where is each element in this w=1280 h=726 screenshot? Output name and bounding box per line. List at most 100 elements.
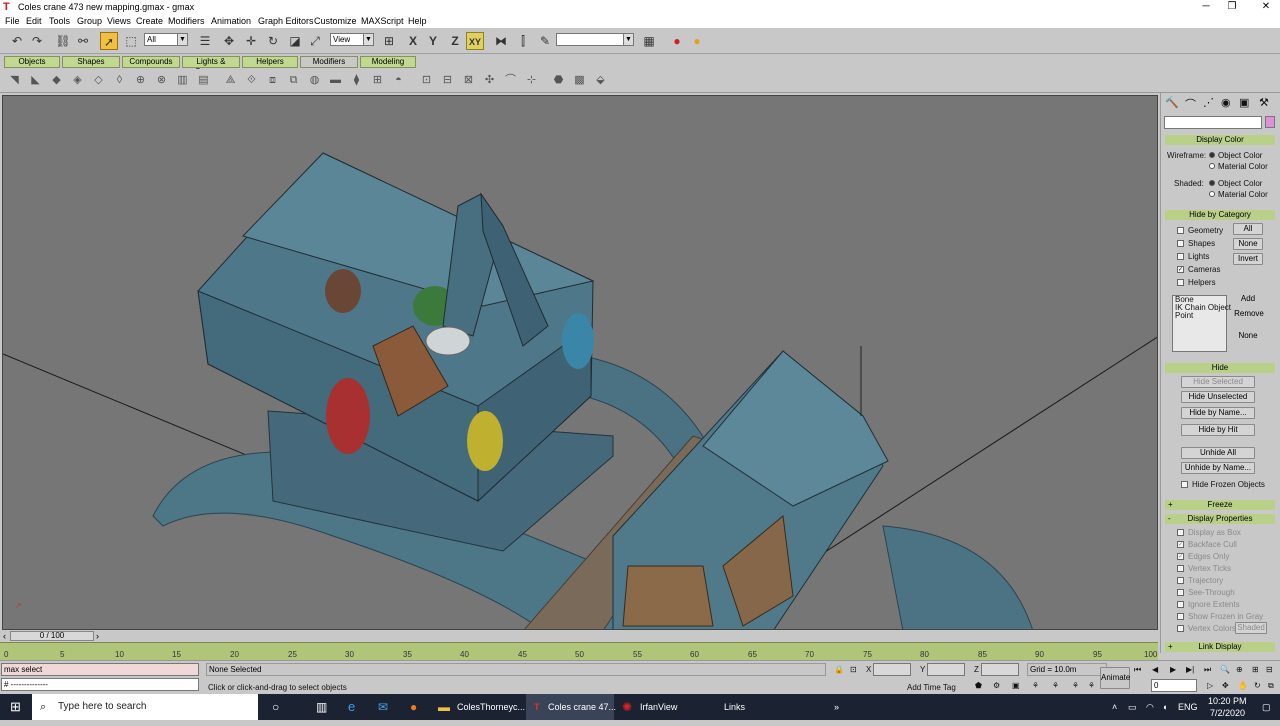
taper-modifier-icon[interactable]: ◣	[27, 72, 44, 89]
select-scale-icon[interactable]: ◪	[286, 32, 304, 50]
select-by-name-icon[interactable]: ☰	[196, 32, 214, 50]
linked-xform-icon[interactable]: ⊟	[439, 72, 456, 89]
hierarchy-tab-icon[interactable]: ⋰	[1203, 96, 1214, 109]
tab-modeling[interactable]: Modeling	[360, 56, 416, 68]
named-selection-icon[interactable]: ✎	[536, 32, 554, 50]
menu-create[interactable]: Create	[136, 16, 163, 26]
menu-file[interactable]: File	[5, 16, 20, 26]
squash-icon[interactable]: ⤢	[306, 32, 324, 50]
geometry-checkbox[interactable]	[1177, 227, 1184, 234]
maximize-viewport-icon[interactable]: ⧉	[1268, 681, 1274, 691]
window-crossing-icon[interactable]: ⚘	[1072, 681, 1079, 690]
menu-help[interactable]: Help	[408, 16, 427, 26]
zoom-extents-all-icon[interactable]: ⊟	[1266, 665, 1273, 674]
bend-modifier-icon[interactable]: ◥	[6, 72, 23, 89]
material-icon[interactable]: ◓	[390, 72, 407, 89]
angle-snap-icon[interactable]: ⚙	[993, 681, 1000, 690]
shapes-checkbox[interactable]	[1177, 240, 1184, 247]
display-properties-header[interactable]: - Display Properties	[1165, 514, 1275, 524]
helpers-checkbox[interactable]	[1177, 279, 1184, 286]
tab-objects[interactable]: Objects	[4, 56, 60, 68]
modify-tab-icon[interactable]: ⌒	[1185, 96, 1196, 112]
y-coordinate-field[interactable]	[927, 663, 965, 676]
list-none-button[interactable]: None	[1233, 331, 1263, 343]
stretch-modifier-icon[interactable]: ◇	[90, 72, 107, 89]
perspective-viewport[interactable]: ↗	[2, 95, 1158, 630]
time-slider-thumb[interactable]: 0 / 100	[10, 631, 94, 641]
backface-cull-checkbox[interactable]: ✓	[1177, 541, 1184, 548]
tessellate-icon[interactable]: ⧉	[285, 72, 302, 89]
restrict-y-icon[interactable]: Y	[424, 32, 442, 50]
snap-icon[interactable]: ⬟	[975, 681, 982, 690]
extrude-icon[interactable]: ⬙	[592, 72, 609, 89]
restrict-x-icon[interactable]: X	[404, 32, 422, 50]
edit-poly-icon[interactable]: ⟐	[243, 72, 260, 89]
menu-views[interactable]: Views	[107, 16, 131, 26]
firefox-icon[interactable]: ●	[410, 694, 417, 720]
close-button[interactable]: ✕	[1256, 1, 1276, 12]
uvw-map-icon[interactable]: ⧫	[348, 72, 365, 89]
menu-modifiers[interactable]: Modifiers	[168, 16, 205, 26]
undo-icon[interactable]: ↶	[8, 32, 26, 50]
language-indicator[interactable]: ENG	[1178, 694, 1198, 720]
edges-only-checkbox[interactable]: ✓	[1177, 553, 1184, 560]
zoom-icon[interactable]: 🔍	[1220, 665, 1230, 674]
absolute-mode-icon[interactable]: ⊡	[850, 665, 857, 674]
pivot-center-icon[interactable]: ⊞	[380, 32, 398, 50]
menu-edit[interactable]: Edit	[26, 16, 42, 26]
hide-unselected-button[interactable]: Hide Unselected	[1181, 391, 1255, 403]
display-as-box-checkbox[interactable]	[1177, 529, 1184, 536]
goto-end-icon[interactable]: ⏭	[1204, 665, 1211, 675]
menu-group[interactable]: Group	[77, 16, 102, 26]
add-time-tag-button[interactable]: Add Time Tag	[907, 683, 956, 692]
zoom-all-icon[interactable]: ⊕	[1236, 665, 1243, 674]
mesh-select-icon[interactable]: ▥	[174, 72, 191, 89]
render-icon[interactable]: ●	[668, 32, 686, 50]
motion-tab-icon[interactable]: ◉	[1221, 96, 1231, 109]
remove-button[interactable]: Remove	[1233, 309, 1265, 321]
restrict-z-icon[interactable]: Z	[446, 32, 464, 50]
align-icon[interactable]: ⫿	[514, 32, 532, 50]
material-editor-icon[interactable]: ▦	[640, 32, 658, 50]
shaded-button[interactable]: Shaded	[1235, 622, 1267, 634]
smooth-icon[interactable]: ⧈	[264, 72, 281, 89]
skew-modifier-icon[interactable]: ◊	[111, 72, 128, 89]
quick-render-icon[interactable]: ●	[688, 32, 706, 50]
keyboard-override-icon[interactable]: ⚘	[1088, 681, 1095, 690]
display-tab-icon[interactable]: ▣	[1239, 96, 1249, 109]
menu-graph-editors[interactable]: Graph Editors	[258, 16, 314, 26]
spline-select-icon[interactable]: ⌒	[502, 72, 519, 89]
taskbar-app-irfanview[interactable]: IrfanView	[640, 694, 677, 720]
unlink-icon[interactable]: ⚯	[74, 32, 92, 50]
select-move-icon[interactable]: ✥	[220, 32, 238, 50]
ffd-modifier-icon[interactable]: ⊕	[132, 72, 149, 89]
shaded-material-color-radio[interactable]	[1209, 191, 1215, 197]
list-item[interactable]: Point	[1173, 312, 1226, 320]
object-color-swatch[interactable]	[1265, 116, 1275, 128]
named-selection-select[interactable]: ▼	[556, 33, 634, 46]
slider-prev-icon[interactable]: ‹	[3, 631, 6, 641]
hide-all-button[interactable]: All	[1233, 223, 1263, 235]
maximize-button[interactable]: ❐	[1222, 1, 1242, 12]
unhide-all-button[interactable]: Unhide All	[1181, 447, 1255, 459]
tab-shapes[interactable]: Shapes	[62, 56, 120, 68]
maxscript-output[interactable]: # --------------	[1, 678, 199, 691]
hide-frozen-checkbox[interactable]	[1181, 481, 1188, 488]
clock-date[interactable]: 7/2/2020	[1210, 700, 1245, 726]
select-rotate-icon[interactable]: ↻	[264, 32, 282, 50]
edit-spline-icon[interactable]: ⊹	[523, 72, 540, 89]
store-icon[interactable]: ▥	[316, 694, 327, 720]
links-chevron-icon[interactable]: »	[834, 694, 839, 720]
select-and-link-icon[interactable]: ⛓	[54, 32, 72, 50]
z-coordinate-field[interactable]	[981, 663, 1019, 676]
utilities-tab-icon[interactable]: ⚒	[1259, 96, 1269, 109]
menu-customize[interactable]: Customize	[314, 16, 357, 26]
vertex-colors-checkbox[interactable]	[1177, 625, 1184, 632]
folder-icon[interactable]: ▬	[438, 694, 450, 720]
volume-select-icon[interactable]: ▤	[195, 72, 212, 89]
spinner-snap-icon[interactable]: ⚘	[1032, 681, 1039, 690]
cameras-checkbox[interactable]: ✓	[1177, 266, 1184, 273]
hide-selected-button[interactable]: Hide Selected	[1181, 376, 1255, 388]
redo-icon[interactable]: ↷	[28, 32, 46, 50]
tab-lights-cameras[interactable]: Lights & Cameras	[182, 56, 240, 76]
